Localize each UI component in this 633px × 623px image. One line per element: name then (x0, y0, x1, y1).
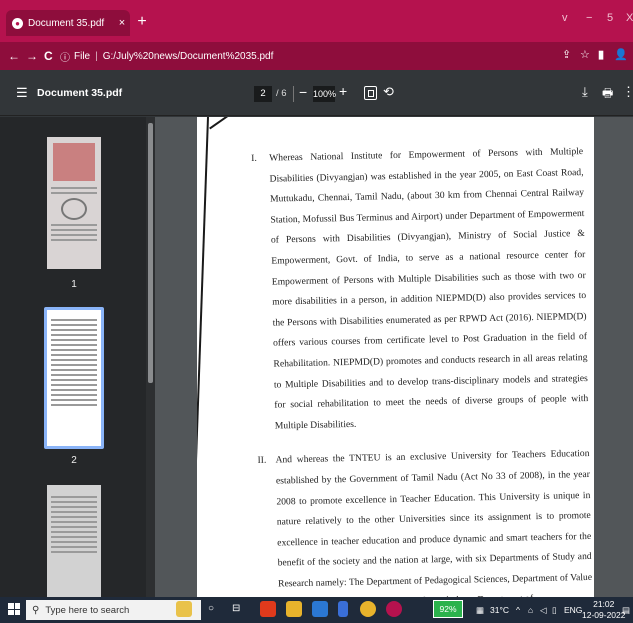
thumbnail-sidebar: 1 2 (0, 117, 155, 597)
chrome-favicon-icon: ● (12, 17, 23, 29)
rotate-icon[interactable]: ⟲ (383, 84, 394, 100)
battery-tray-icon[interactable]: ▯ (552, 605, 557, 616)
zoom-out-button[interactable]: − (299, 84, 307, 100)
paragraph-2: II. And whereas the TNTEU is an exclusiv… (257, 444, 592, 597)
extension-icon[interactable]: ▮ (598, 48, 604, 61)
battery-indicator[interactable]: 92% (433, 600, 463, 618)
restore-button[interactable]: 5 (607, 12, 613, 24)
url-text[interactable]: G:/July%20news/Document%2035.pdf (103, 51, 274, 62)
profile-icon[interactable]: 👤 (614, 48, 628, 61)
page-thumbnail-2[interactable] (47, 310, 101, 446)
windows-taskbar: ⚲ Type here to search ○ ⊟ 92% ▦ 31°C ^ ⌂… (0, 597, 633, 623)
print-icon[interactable]: 🖶 (602, 84, 613, 105)
download-icon[interactable]: ⤓ (582, 84, 588, 100)
thumbnail-label-2: 2 (71, 455, 77, 466)
more-options-icon[interactable]: ⋮ (622, 84, 633, 100)
pdf-page: I. Whereas National Institute for Empowe… (197, 117, 594, 597)
tab-title: Document 35.pdf (28, 17, 105, 29)
language-indicator[interactable]: ENG (564, 605, 582, 615)
fit-page-icon[interactable] (364, 86, 377, 100)
bookmark-star-icon[interactable]: ☆ (580, 48, 590, 61)
page-thumbnail-3[interactable] (47, 485, 101, 597)
close-window-button[interactable]: X (626, 12, 633, 24)
windows-start-icon[interactable] (8, 603, 20, 615)
network-icon[interactable]: ⌂ (528, 605, 533, 615)
scan-edge-shadow (197, 117, 209, 597)
file-label: File (74, 50, 91, 62)
paragraph-1: I. Whereas National Institute for Empowe… (251, 142, 589, 437)
taskbar-search-box[interactable]: ⚲ Type here to search (26, 600, 201, 620)
store-app-icon[interactable] (338, 601, 348, 617)
browser-tab-strip: ● Document 35.pdf × + v − 5 X (0, 0, 633, 42)
search-icon: ⚲ (32, 604, 40, 616)
office-app-icon[interactable] (260, 601, 276, 617)
paragraph-number: II. (257, 455, 267, 467)
page-total: / 6 (276, 88, 287, 99)
weather-icon[interactable]: ▦ (476, 605, 484, 616)
clock[interactable]: 21:02 12-09-2022 (582, 599, 625, 621)
notification-icon[interactable]: ▤ (622, 605, 630, 616)
chrome-taskbar-icon[interactable] (360, 601, 376, 617)
page-text: I. Whereas National Institute for Empowe… (251, 142, 593, 597)
menu-icon[interactable]: ☰ (16, 85, 28, 101)
new-tab-button[interactable]: + (134, 13, 150, 31)
search-placeholder: Type here to search (45, 604, 130, 616)
tab-close-button[interactable]: × (114, 17, 130, 29)
omnibox[interactable]: ⓘ File | G:/July%20news/Document%2035.pd… (60, 46, 540, 66)
minimize-button[interactable]: − (586, 12, 592, 24)
tray-chevron-icon[interactable]: ^ (516, 605, 520, 615)
paragraph-number: I. (251, 152, 257, 164)
zoom-in-button[interactable]: + (339, 83, 347, 99)
forward-button[interactable]: → (26, 49, 38, 63)
scan-corner-shadow (209, 117, 235, 130)
paragraph-text: And whereas the TNTEU is an exclusive Un… (275, 448, 593, 597)
clock-date: 12-09-2022 (582, 610, 626, 620)
address-bar-row: ← → C ⓘ File | G:/July%20news/Document%2… (0, 42, 633, 70)
pdf-viewer[interactable]: I. Whereas National Institute for Empowe… (155, 117, 633, 597)
browser-tab[interactable]: ● Document 35.pdf × (6, 10, 130, 36)
page-thumbnail-1[interactable] (47, 137, 101, 269)
sidebar-scroll-thumb[interactable] (148, 123, 153, 383)
reload-button[interactable]: C (44, 49, 53, 63)
share-icon[interactable]: ⇪ (562, 48, 571, 61)
info-icon[interactable]: ⓘ (60, 49, 70, 64)
chrome-profile-taskbar-icon[interactable] (386, 601, 402, 617)
volume-icon[interactable]: ◁ (540, 605, 547, 616)
file-explorer-icon[interactable] (286, 601, 302, 617)
toolbar-divider (293, 86, 294, 102)
back-button[interactable]: ← (8, 49, 20, 63)
task-view-icon[interactable]: ⊟ (232, 603, 240, 614)
temperature-text: 31°C (490, 605, 509, 615)
thumbnail-label-1: 1 (71, 279, 77, 290)
news-widget-icon[interactable] (176, 601, 192, 617)
clock-time: 21:02 (593, 599, 615, 609)
pdf-toolbar: ☰ Document 35.pdf 2 / 6 − 100% + ⟲ ⤓ 🖶 ⋮ (0, 70, 633, 116)
document-title: Document 35.pdf (37, 87, 123, 99)
paragraph-text: Whereas National Institute for Empowerme… (269, 146, 589, 432)
word-app-icon[interactable] (312, 601, 328, 617)
page-number-input[interactable]: 2 (254, 86, 272, 102)
cortana-icon[interactable]: ○ (208, 603, 214, 614)
zoom-input[interactable]: 100% (313, 86, 336, 102)
separator: | (95, 50, 98, 62)
tab-search-icon[interactable]: v (562, 12, 568, 24)
